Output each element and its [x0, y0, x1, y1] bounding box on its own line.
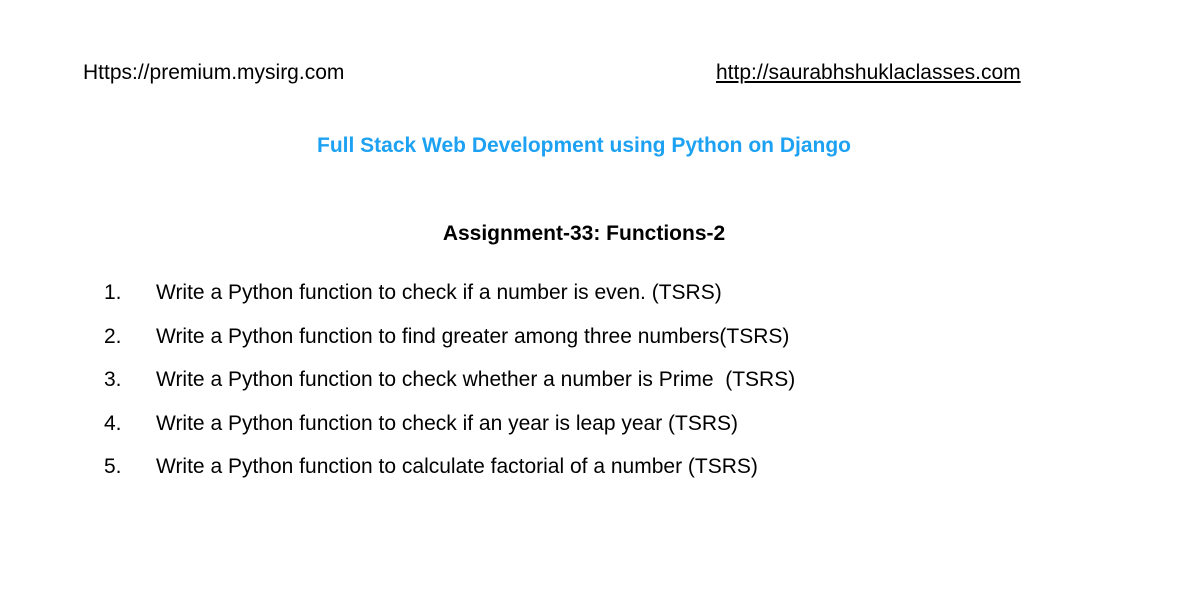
task-number: 1. [104, 281, 122, 304]
course-title: Full Stack Web Development using Python … [317, 134, 851, 157]
task-number: 4. [104, 411, 122, 435]
header-classes-link[interactable]: http://saurabhshuklaclasses.com [716, 60, 1021, 86]
task-text: Write a Python function to find greater … [156, 324, 790, 348]
task-text: Write a Python function to check whether… [156, 368, 796, 391]
task-number: 2. [104, 324, 122, 348]
header-website-url: Https://premium.mysirg.com [83, 61, 345, 84]
task-number: 5. [104, 455, 122, 478]
task-text: Write a Python function to calculate fac… [156, 455, 758, 478]
task-number: 3. [104, 368, 122, 391]
document-page: Https://premium.mysirg.com http://saurab… [0, 0, 1177, 596]
assignment-title: Assignment-33: Functions-2 [442, 222, 726, 245]
task-text: Write a Python function to check if a nu… [156, 281, 722, 304]
task-text: Write a Python function to check if an y… [156, 411, 739, 435]
